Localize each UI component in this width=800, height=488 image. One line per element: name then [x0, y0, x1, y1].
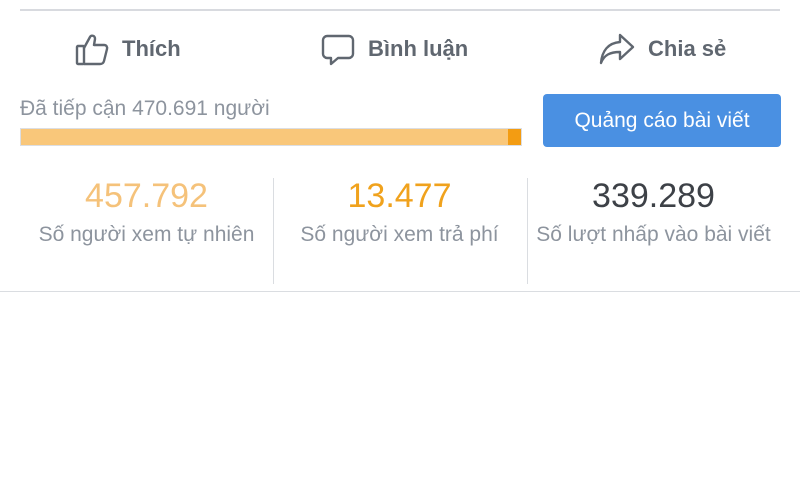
comment-button[interactable]: Bình luận	[320, 26, 468, 72]
stat-value: 13.477	[347, 177, 452, 215]
stat-post-clicks: 339.289 Số lượt nhấp vào bài viết	[527, 168, 780, 288]
reach-bar-paid	[507, 129, 521, 145]
comment-label: Bình luận	[368, 36, 469, 61]
thumbs-up-icon	[74, 31, 110, 67]
stat-organic-viewers: 457.792 Số người xem tự nhiên	[20, 168, 273, 288]
top-divider	[20, 9, 780, 11]
stat-caption: Số người xem trả phí	[300, 223, 499, 246]
post-insights-panel: Thích Bình luận Chia sẻ Đã tiếp cận 470.…	[0, 0, 800, 488]
like-button[interactable]: Thích	[74, 26, 181, 72]
stat-value: 457.792	[85, 177, 208, 215]
stat-value: 339.289	[592, 177, 715, 215]
like-label: Thích	[122, 36, 181, 61]
stat-caption: Số người xem tự nhiên	[38, 223, 255, 246]
comment-bubble-icon	[320, 31, 356, 67]
boost-post-button[interactable]: Quảng cáo bài viết	[543, 94, 781, 147]
share-arrow-icon	[598, 31, 636, 67]
bottom-divider	[0, 291, 800, 292]
reach-bar-organic	[21, 129, 508, 145]
stat-paid-viewers: 13.477 Số người xem trả phí	[273, 168, 526, 288]
reach-progress-bar	[20, 128, 522, 146]
reach-summary: Đã tiếp cận 470.691 người	[20, 97, 270, 120]
share-button[interactable]: Chia sẻ	[598, 26, 726, 72]
reach-stats: 457.792 Số người xem tự nhiên 13.477 Số …	[20, 168, 780, 288]
post-action-bar: Thích Bình luận Chia sẻ	[0, 26, 800, 72]
share-label: Chia sẻ	[648, 36, 727, 61]
stat-caption: Số lượt nhấp vào bài viết	[536, 223, 771, 246]
